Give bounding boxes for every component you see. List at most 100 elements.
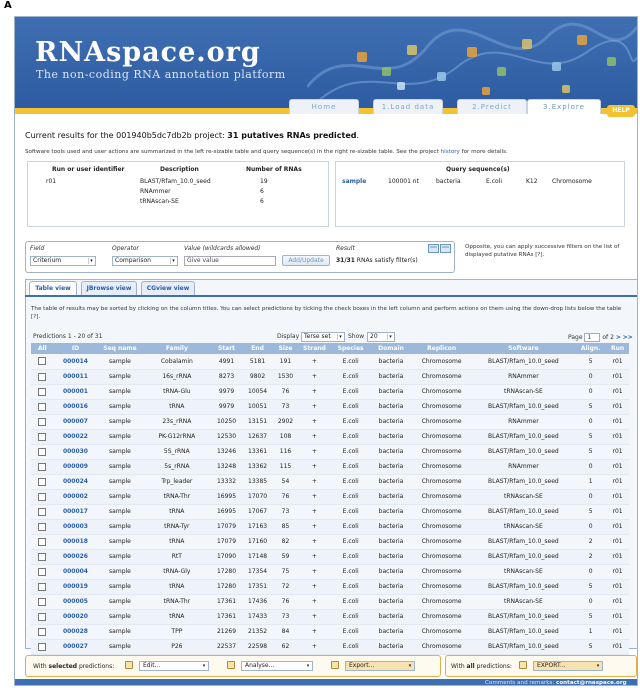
column-header[interactable]: ID: [53, 343, 98, 354]
history-link[interactable]: history: [441, 149, 460, 155]
cell-domain: bacteria: [370, 624, 412, 640]
page-input[interactable]: 1: [584, 333, 601, 342]
row-checkbox[interactable]: [38, 537, 47, 546]
cell-id[interactable]: 000016: [53, 399, 98, 415]
row-checkbox[interactable]: [38, 492, 47, 501]
cell-software: BLAST/Rfam_10.0_seed: [471, 609, 576, 625]
cell-id[interactable]: 000026: [53, 549, 98, 565]
cell-id[interactable]: 000027: [53, 639, 98, 655]
cell-id[interactable]: 000001: [53, 384, 98, 400]
row-checkbox[interactable]: [38, 447, 47, 456]
row-checkbox[interactable]: [38, 582, 47, 591]
cell-id[interactable]: 000020: [53, 609, 98, 625]
tab-cgview-view[interactable]: CGview view: [141, 281, 195, 295]
column-header[interactable]: Start: [211, 343, 243, 354]
row-checkbox[interactable]: [38, 357, 47, 366]
edit-select[interactable]: Edit... ▾: [139, 661, 209, 671]
cell-id[interactable]: 000014: [53, 354, 98, 370]
row-checkbox[interactable]: [38, 462, 47, 471]
tab-load-data[interactable]: 1.Load data: [373, 99, 443, 114]
cell-software: RNAmmer: [471, 369, 576, 385]
query-seq-name[interactable]: sample: [342, 178, 366, 185]
row-checkbox[interactable]: [38, 477, 47, 486]
cell-id[interactable]: 000019: [53, 579, 98, 595]
row-checkbox[interactable]: [38, 507, 47, 516]
cell-id[interactable]: 000028: [53, 624, 98, 640]
column-header[interactable]: Family: [142, 343, 211, 354]
cell-id[interactable]: 000022: [53, 429, 98, 445]
cell-id[interactable]: 000030: [53, 444, 98, 460]
help-button[interactable]: HELP: [607, 105, 635, 117]
cell-id[interactable]: 000003: [53, 519, 98, 535]
column-header[interactable]: End: [242, 343, 274, 354]
column-header[interactable]: Domain: [370, 343, 412, 354]
cell-family: tRNA: [142, 609, 211, 625]
column-header[interactable]: Replicon: [411, 343, 472, 354]
display-select[interactable]: Terse set ▾: [301, 332, 345, 342]
cell-replicon: Chromosome: [411, 534, 472, 550]
cell-size: 73: [273, 609, 298, 625]
cell-id[interactable]: 000024: [53, 474, 98, 490]
row-checkbox[interactable]: [38, 522, 47, 531]
column-header[interactable]: Seq name: [97, 343, 143, 354]
cell-id[interactable]: 000009: [53, 459, 98, 475]
cell-family: tRNA: [142, 399, 211, 415]
cell-seq-name: sample: [97, 354, 143, 370]
cell-seq-name: sample: [97, 609, 143, 625]
show-select[interactable]: 20 ▾: [367, 332, 395, 342]
operator-select[interactable]: Comparison ▾: [112, 256, 178, 266]
analyse-select[interactable]: Analyse... ▾: [241, 661, 313, 671]
cell-id[interactable]: 000018: [53, 534, 98, 550]
analyse-icon: [227, 661, 235, 669]
cell-id[interactable]: 000005: [53, 594, 98, 610]
cell-replicon: Chromosome: [411, 639, 472, 655]
cell-id[interactable]: 000017: [53, 504, 98, 520]
row-checkbox[interactable]: [38, 642, 47, 651]
row-checkbox[interactable]: [38, 597, 47, 606]
column-header[interactable]: Run: [606, 343, 629, 354]
export-select[interactable]: Export... ▾: [345, 661, 415, 671]
tab-home[interactable]: Home: [289, 99, 359, 114]
table-description: The table of results may be sorted by cl…: [31, 306, 622, 320]
table-row: 000017 sample tRNA 16995 17067 73 + E.coli bacte…: [31, 504, 629, 520]
row-checkbox[interactable]: [38, 627, 47, 636]
column-header[interactable]: Align.: [575, 343, 607, 354]
chevron-down-icon: ▾: [306, 663, 310, 669]
row-checkbox[interactable]: [38, 417, 47, 426]
row-checkbox[interactable]: [38, 372, 47, 381]
tab-explore[interactable]: 3.Explore: [527, 99, 601, 114]
contact-email-link[interactable]: contact@rnaspace.org: [556, 680, 627, 685]
cell-id[interactable]: 000007: [53, 414, 98, 430]
last-page-link[interactable]: >>: [623, 334, 633, 341]
column-header[interactable]: Software: [471, 343, 576, 354]
tab-predict[interactable]: 2.Predict: [457, 99, 527, 114]
add-update-button[interactable]: Add/Update: [282, 255, 330, 266]
table-row: 000027 sample P26 22537 22598 62 + E.coli bacter…: [31, 639, 629, 655]
filter-icons[interactable]: [428, 244, 452, 254]
export-all-select[interactable]: EXPORT... ▾: [533, 661, 603, 671]
cell-end: 13362: [242, 459, 274, 475]
cell-id[interactable]: 000004: [53, 564, 98, 580]
col-description: Description: [160, 166, 199, 173]
row-checkbox[interactable]: [38, 552, 47, 561]
row-checkbox[interactable]: [38, 567, 47, 576]
cell-id[interactable]: 000011: [53, 369, 98, 385]
row-checkbox[interactable]: [38, 612, 47, 621]
query-replicon: Chromosome: [552, 178, 592, 185]
tab-jbrowse-view[interactable]: JBrowse view: [81, 281, 137, 295]
tab-table-view[interactable]: Table view: [29, 281, 77, 295]
column-header[interactable]: All: [31, 343, 54, 354]
column-header[interactable]: Species: [330, 343, 371, 354]
next-page-link[interactable]: >: [616, 334, 621, 341]
row-checkbox[interactable]: [38, 387, 47, 396]
column-header[interactable]: Size: [273, 343, 298, 354]
value-input[interactable]: Give value: [184, 256, 276, 266]
field-select[interactable]: Criterium ▾: [30, 256, 96, 266]
column-header[interactable]: Strand: [297, 343, 331, 354]
row-checkbox[interactable]: [38, 402, 47, 411]
query-sequences-table: Query sequence(s) sample 100001 nt bacte…: [335, 161, 625, 227]
cell-align: 0: [575, 414, 607, 430]
cell-size: 73: [273, 504, 298, 520]
cell-id[interactable]: 000002: [53, 489, 98, 505]
row-checkbox[interactable]: [38, 432, 47, 441]
